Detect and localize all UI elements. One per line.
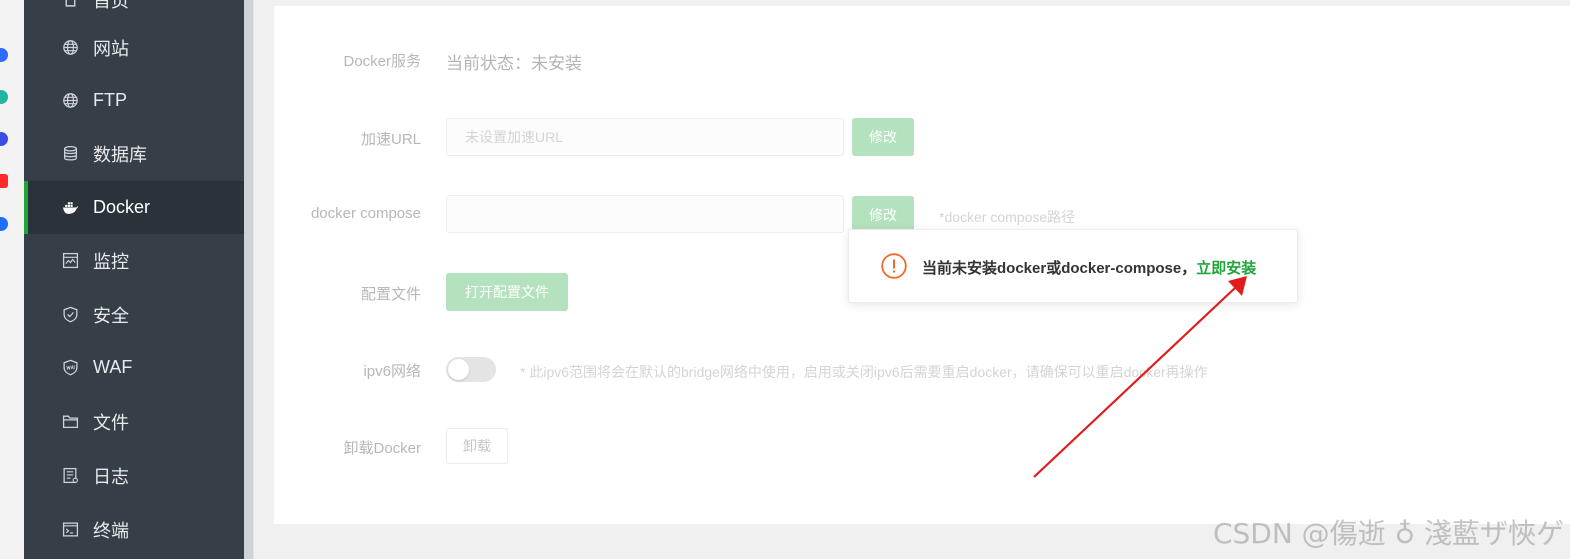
install-notice-message: 当前未安装docker或docker-compose，立即安装	[922, 257, 1256, 278]
sidebar-item-label: 数据库	[93, 144, 147, 165]
sidebar-item-label: 安全	[93, 305, 129, 326]
waf-shield-icon	[61, 359, 79, 377]
install-notice-popup: 当前未安装docker或docker-compose，立即安装	[848, 229, 1298, 303]
ipv6-label: ipv6网络	[363, 363, 421, 380]
toggle-knob	[448, 359, 469, 380]
browser-app-icon[interactable]	[0, 90, 8, 104]
docker-status-text: 当前状态：未安装	[446, 54, 582, 73]
globe-icon	[61, 39, 79, 57]
sidebar-item-database[interactable]: 数据库	[24, 127, 244, 180]
open-config-file-button[interactable]: 打开配置文件	[446, 273, 568, 311]
folder-icon	[61, 413, 79, 431]
sidebar-item-label: WAF	[93, 357, 133, 377]
sidebar-item-docker[interactable]: Docker	[24, 181, 244, 234]
docker-service-label: Docker服务	[343, 53, 421, 70]
browser-app-icon[interactable]	[0, 132, 8, 146]
sidebar-item-label: 网站	[93, 38, 129, 59]
config-file-label: 配置文件	[360, 286, 421, 303]
home-icon	[61, 0, 79, 9]
sidebar-item-waf[interactable]: WAF	[24, 341, 244, 394]
notice-text: 当前未安装docker或docker-compose，	[922, 260, 1197, 277]
database-icon	[61, 145, 79, 163]
sidebar-item-label: Docker	[93, 197, 151, 217]
ipv6-hint: * 此ipv6范围将会在默认的bridge网络中使用，启用或关闭ipv6后需要重…	[520, 364, 1208, 380]
sidebar-item-label: 首页	[93, 0, 129, 11]
csdn-watermark: CSDN @傷逝 ♁ 淺藍ザ悏ゲ	[1212, 517, 1564, 550]
browser-app-icon[interactable]	[0, 217, 8, 231]
browser-side-strip	[0, 0, 25, 559]
sidebar-item-label: 文件	[93, 412, 129, 433]
globe-icon	[61, 92, 79, 110]
sidebar: 首页 网站 FTP 数据库 Docker 监控 安全 WAF 文件 日志 终端	[24, 0, 244, 559]
uninstall-button[interactable]: 卸载	[446, 428, 508, 464]
sidebar-item-security[interactable]: 安全	[24, 288, 244, 341]
terminal-icon	[61, 521, 79, 539]
warning-icon	[881, 253, 907, 279]
mirror-url-label: 加速URL	[360, 131, 421, 148]
sidebar-item-label: 终端	[93, 520, 129, 541]
sidebar-item-label: 监控	[93, 251, 129, 272]
install-now-link[interactable]: 立即安装	[1196, 260, 1256, 277]
browser-app-icon[interactable]	[0, 174, 8, 188]
compose-label: docker compose	[310, 205, 421, 222]
compose-path-input[interactable]	[446, 195, 844, 233]
browser-app-icon[interactable]	[0, 48, 8, 62]
shield-icon	[61, 306, 79, 324]
log-icon	[61, 467, 79, 485]
sidebar-item-terminal[interactable]: 终端	[24, 503, 244, 556]
mirror-url-modify-button[interactable]: 修改	[852, 118, 914, 156]
sidebar-item-ftp[interactable]: FTP	[24, 74, 244, 127]
sidebar-item-files[interactable]: 文件	[24, 395, 244, 448]
ipv6-toggle[interactable]	[446, 357, 496, 382]
compose-path-hint: *docker compose路径	[939, 209, 1076, 225]
sidebar-item-label: 日志	[93, 466, 129, 487]
sidebar-item-website[interactable]: 网站	[24, 21, 244, 74]
sidebar-scrollbar[interactable]	[244, 0, 254, 559]
sidebar-item-label: FTP	[93, 90, 127, 110]
uninstall-label: 卸载Docker	[343, 440, 421, 457]
sidebar-item-logs[interactable]: 日志	[24, 449, 244, 502]
monitor-icon	[61, 252, 79, 270]
sidebar-item-monitor[interactable]: 监控	[24, 234, 244, 287]
mirror-url-input[interactable]	[446, 118, 844, 156]
docker-icon	[61, 199, 79, 217]
